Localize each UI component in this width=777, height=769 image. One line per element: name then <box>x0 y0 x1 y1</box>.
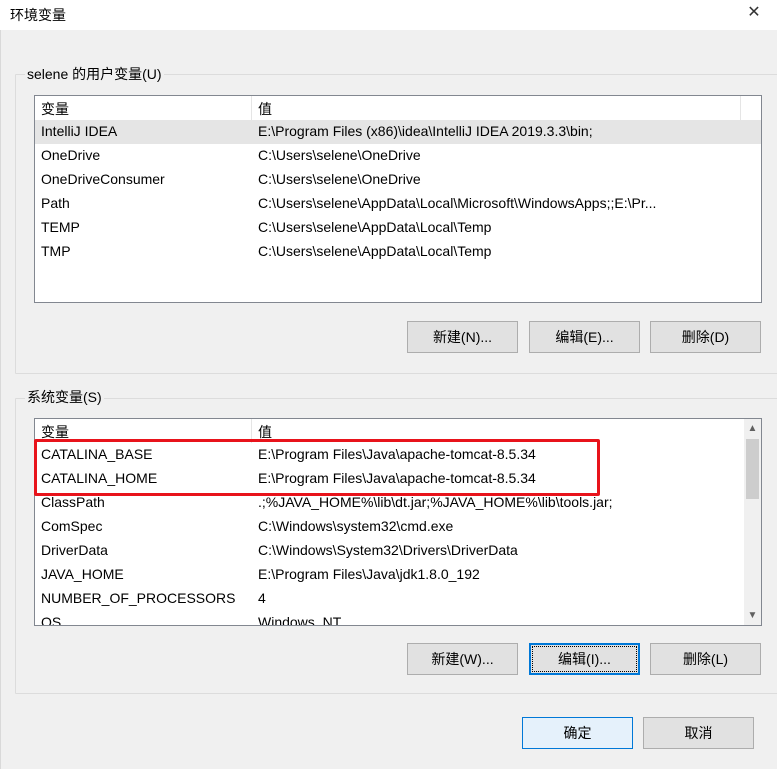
variable-value: .;%JAVA_HOME%\lib\dt.jar;%JAVA_HOME%\lib… <box>258 494 613 510</box>
user-edit-button[interactable]: 编辑(E)... <box>529 321 640 353</box>
variable-value: C:\Users\selene\OneDrive <box>258 171 421 187</box>
table-row[interactable]: TEMP C:\Users\selene\AppData\Local\Temp <box>35 216 761 240</box>
user-vars-label: selene 的用户变量(U) <box>25 64 164 84</box>
system-edit-button[interactable]: 编辑(I)... <box>529 643 640 675</box>
list-header: 变量 值 <box>35 96 761 120</box>
variable-name: JAVA_HOME <box>41 566 124 582</box>
variable-name: ClassPath <box>41 494 105 510</box>
variable-name: TMP <box>41 243 71 259</box>
highlight-annotation <box>34 439 600 496</box>
user-delete-button[interactable]: 删除(D) <box>650 321 761 353</box>
table-row[interactable]: DriverData C:\Windows\System32\Drivers\Dr… <box>35 539 761 563</box>
variable-value: Windows_NT <box>258 614 342 626</box>
system-delete-button[interactable]: 删除(L) <box>650 643 761 675</box>
table-row[interactable]: JAVA_HOME E:\Program Files\Java\jdk1.8.0_… <box>35 563 761 587</box>
column-divider[interactable] <box>251 96 252 120</box>
variable-value: C:\Users\selene\AppData\Local\Microsoft\… <box>258 195 657 211</box>
system-new-button[interactable]: 新建(W)... <box>407 643 518 675</box>
scroll-thumb[interactable] <box>746 439 759 499</box>
variable-name: DriverData <box>41 542 108 558</box>
variable-value: C:\Users\selene\AppData\Local\Temp <box>258 243 492 259</box>
column-header-variable[interactable]: 变量 <box>41 99 69 119</box>
close-icon[interactable]: ✕ <box>745 4 763 22</box>
title-bar: 环境变量 ✕ <box>0 0 777 30</box>
user-new-button[interactable]: 新建(N)... <box>407 321 518 353</box>
variable-name: OneDriveConsumer <box>41 171 165 187</box>
table-row[interactable]: OneDrive C:\Users\selene\OneDrive <box>35 144 761 168</box>
column-header-value[interactable]: 值 <box>258 99 272 119</box>
table-row[interactable]: IntelliJ IDEA E:\Program Files (x86)\idea… <box>35 120 761 144</box>
scroll-down-icon[interactable]: ▼ <box>744 607 761 624</box>
ok-button[interactable]: 确定 <box>522 717 633 749</box>
variable-name: TEMP <box>41 219 80 235</box>
user-vars-list[interactable]: 变量 值 IntelliJ IDEA E:\Program Files (x86)… <box>34 95 762 303</box>
variable-name: OneDrive <box>41 147 101 163</box>
cancel-button[interactable]: 取消 <box>643 717 754 749</box>
variable-value: C:\Users\selene\AppData\Local\Temp <box>258 219 492 235</box>
scroll-up-icon[interactable]: ▲ <box>744 420 761 437</box>
variable-name: ComSpec <box>41 518 103 534</box>
table-row[interactable]: OS Windows_NT <box>35 611 761 626</box>
variable-name: OS <box>41 614 62 626</box>
table-row[interactable]: ComSpec C:\Windows\system32\cmd.exe <box>35 515 761 539</box>
variable-value: C:\Windows\system32\cmd.exe <box>258 518 454 534</box>
variable-name: NUMBER_OF_PROCESSORS <box>41 590 236 606</box>
variable-value: E:\Program Files (x86)\idea\IntelliJ IDE… <box>258 123 593 139</box>
window-title: 环境变量 <box>10 7 66 23</box>
system-vars-scrollbar[interactable]: ▲ ▼ <box>744 419 761 625</box>
variable-value: 4 <box>258 590 266 606</box>
window-edge <box>0 30 1 769</box>
table-row[interactable]: OneDriveConsumer C:\Users\selene\OneDrive <box>35 168 761 192</box>
column-divider[interactable] <box>740 96 741 120</box>
table-row[interactable]: TMP C:\Users\selene\AppData\Local\Temp <box>35 240 761 264</box>
user-vars-rows: IntelliJ IDEA E:\Program Files (x86)\idea… <box>35 120 761 264</box>
variable-name: IntelliJ IDEA <box>41 123 118 139</box>
variable-name: Path <box>41 195 70 211</box>
variable-value: E:\Program Files\Java\jdk1.8.0_192 <box>258 566 480 582</box>
variable-value: C:\Windows\System32\Drivers\DriverData <box>258 542 518 558</box>
table-row[interactable]: NUMBER_OF_PROCESSORS 4 <box>35 587 761 611</box>
system-edit-label: 编辑(I)... <box>532 646 637 672</box>
system-vars-label: 系统变量(S) <box>25 387 104 407</box>
variable-value: C:\Users\selene\OneDrive <box>258 147 421 163</box>
table-row[interactable]: Path C:\Users\selene\AppData\Local\Micros… <box>35 192 761 216</box>
